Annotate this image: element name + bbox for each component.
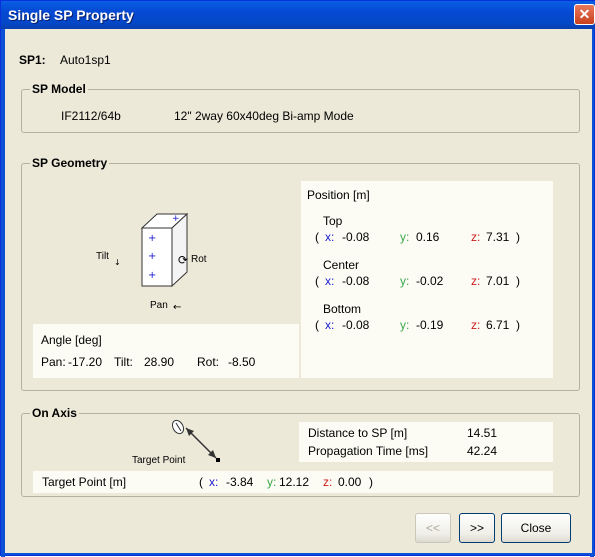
sp-label: SP1: — [19, 53, 46, 67]
dialog-window: Single SP Property ✕ SP1: Auto1sp1 SP Mo… — [0, 0, 595, 557]
position-center-z-label: z: — [471, 274, 481, 288]
model-number: IF2112/64b — [61, 109, 121, 123]
propagation-time-label: Propagation Time [ms] — [308, 444, 429, 458]
position-top-x-value: -0.08 — [342, 230, 370, 244]
previous-button[interactable]: << — [415, 513, 451, 543]
rot-label: Rot — [191, 254, 207, 265]
sp-name: Auto1sp1 — [60, 53, 111, 67]
position-bottom-x-label: x: — [325, 318, 335, 332]
angle-header: Angle [deg] — [41, 333, 102, 347]
position-center-x-value: -0.08 — [342, 274, 370, 288]
pan-label: Pan — [150, 300, 168, 311]
position-center-y-value: -0.02 — [416, 274, 444, 288]
svg-text:↓: ↓ — [114, 258, 121, 267]
position-bottom-z-value: 6.71 — [486, 318, 510, 332]
target-point-panel: Target Point [m] ( x: -3.84 y: 12.12 z: … — [33, 471, 553, 493]
angle-panel: Angle [deg] Pan: -17.20 Tilt: 28.90 Rot:… — [33, 324, 299, 378]
pan-angle-value: -17.20 — [68, 355, 103, 369]
close-button[interactable]: Close — [501, 513, 571, 543]
position-top-y-label: y: — [400, 230, 410, 244]
position-header: Position [m] — [307, 188, 370, 202]
speaker-orientation-diagram: + + + + ⟳ ↓ ← Tilt Rot Pan — [92, 194, 242, 324]
target-x-label: x: — [209, 475, 219, 489]
target-y-value: 12.12 — [279, 475, 310, 489]
position-top-x-label: x: — [325, 230, 335, 244]
position-bottom-z-label: z: — [471, 318, 481, 332]
svg-text:+: + — [172, 214, 180, 224]
target-x-value: -3.84 — [226, 475, 254, 489]
position-top-z-value: 7.31 — [486, 230, 510, 244]
target-z-label: z: — [323, 475, 333, 489]
tilt-angle-value: 28.90 — [144, 355, 175, 369]
sp-geometry-group: SP Geometry + + + + ⟳ ↓ ← Tilt Rot Pan A… — [21, 156, 580, 391]
target-y-label: y: — [267, 475, 277, 489]
on-axis-group: On Axis Target Point Distance to SP [m] … — [21, 406, 580, 497]
position-bottom-open-paren: ( — [315, 318, 319, 332]
rot-angle-label: Rot: — [197, 355, 220, 369]
position-center-z-value: 7.01 — [486, 274, 510, 288]
sp-model-group-title: SP Model — [30, 82, 88, 96]
target-close-paren: ) — [369, 475, 373, 489]
target-point-label: Target Point [m] — [42, 475, 127, 489]
svg-text:⟳: ⟳ — [178, 253, 188, 267]
position-top-label: Top — [323, 214, 343, 228]
target-point-diagram: Target Point — [132, 418, 242, 466]
rot-angle-value: -8.50 — [228, 355, 256, 369]
svg-text:+: + — [148, 251, 156, 262]
position-bottom-y-value: -0.19 — [416, 318, 444, 332]
target-point-caption: Target Point — [132, 455, 186, 466]
position-center-close-paren: ) — [516, 274, 520, 288]
position-top-close-paren: ) — [516, 230, 520, 244]
sp-model-group: SP Model IF2112/64b 12" 2way 60x40deg Bi… — [21, 82, 580, 133]
position-panel: Position [m] Top ( x: -0.08 y: 0.16 z: 7… — [301, 181, 553, 378]
close-icon[interactable]: ✕ — [574, 4, 595, 25]
target-open-paren: ( — [199, 475, 203, 489]
position-center-label: Center — [323, 258, 360, 272]
pan-angle-label: Pan: — [41, 355, 66, 369]
tilt-angle-label: Tilt: — [114, 355, 133, 369]
svg-text:←: ← — [173, 302, 181, 313]
svg-text:+: + — [148, 270, 156, 281]
title-bar[interactable]: Single SP Property ✕ — [1, 1, 595, 29]
on-axis-group-title: On Axis — [30, 406, 79, 420]
position-bottom-x-value: -0.08 — [342, 318, 370, 332]
position-bottom-label: Bottom — [323, 302, 362, 316]
position-center-open-paren: ( — [315, 274, 319, 288]
propagation-time-value: 42.24 — [467, 444, 498, 458]
distance-value: 14.51 — [467, 426, 498, 440]
position-center-x-label: x: — [325, 274, 335, 288]
distance-panel: Distance to SP [m] 14.51 Propagation Tim… — [299, 422, 553, 462]
dialog-client-area: SP1: Auto1sp1 SP Model IF2112/64b 12" 2w… — [5, 29, 592, 553]
sp-geometry-group-title: SP Geometry — [30, 156, 110, 170]
tilt-label: Tilt — [96, 251, 109, 262]
svg-text:+: + — [148, 233, 156, 244]
model-description: 12" 2way 60x40deg Bi-amp Mode — [174, 109, 354, 123]
position-top-z-label: z: — [471, 230, 481, 244]
position-bottom-close-paren: ) — [516, 318, 520, 332]
window-title: Single SP Property — [8, 7, 134, 23]
position-top-y-value: 0.16 — [416, 230, 440, 244]
position-bottom-y-label: y: — [400, 318, 410, 332]
position-center-y-label: y: — [400, 274, 410, 288]
next-button[interactable]: >> — [459, 513, 495, 543]
target-z-value: 0.00 — [338, 475, 362, 489]
position-top-open-paren: ( — [315, 230, 319, 244]
distance-label: Distance to SP [m] — [308, 426, 408, 440]
